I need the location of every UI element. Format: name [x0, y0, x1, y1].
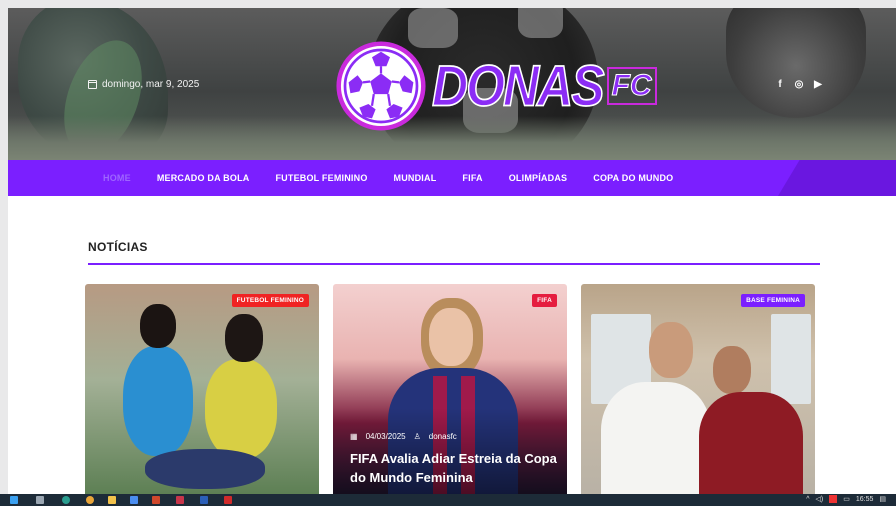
news-card-1[interactable]: FUTEBOL FEMININO	[85, 284, 319, 494]
woman-jersey	[699, 392, 803, 494]
volume-icon[interactable]: ◁)	[816, 495, 824, 503]
player-shorts	[145, 449, 265, 489]
card-category-badge[interactable]: BASE FEMININA	[741, 294, 805, 307]
nav-item-fifa[interactable]: FIFA	[462, 173, 482, 183]
clock-text[interactable]: 16:55	[856, 496, 874, 503]
nav-item-futebol-feminino[interactable]: FUTEBOL FEMININO	[275, 173, 367, 183]
calendar-icon	[88, 80, 97, 89]
chevron-up-icon[interactable]: ^	[806, 496, 809, 503]
drive-icon[interactable]	[130, 496, 138, 504]
header-date-text: domingo, mar 9, 2025	[102, 79, 200, 90]
section-divider	[88, 263, 820, 265]
calendar-icon: ▦	[350, 432, 358, 441]
news-card-2[interactable]: FIFA ▦ 04/03/2025 ♙ donasfc FIFA Avalia …	[333, 284, 567, 494]
logo-ball-icon	[336, 41, 426, 131]
tray-app-icon[interactable]	[829, 495, 838, 503]
windows-start-icon[interactable]	[10, 496, 18, 504]
web-page: domingo, mar 9, 2025 DONAS FC f ◎ ▶ HOME…	[8, 8, 896, 494]
facebook-icon[interactable]: f	[775, 79, 785, 90]
player-head-1	[140, 304, 176, 348]
nav-accent	[778, 160, 896, 196]
edge-icon[interactable]	[62, 496, 70, 504]
card-date: 04/03/2025	[365, 432, 406, 441]
youtube-icon[interactable]: ▶	[813, 79, 823, 90]
keyboard-icon[interactable]: ▭	[843, 495, 850, 503]
word-icon[interactable]	[200, 496, 208, 504]
header-banner: domingo, mar 9, 2025 DONAS FC f ◎ ▶	[8, 8, 896, 160]
powerpoint-icon[interactable]	[152, 496, 160, 504]
card-category-badge[interactable]: FUTEBOL FEMININO	[231, 294, 309, 307]
folder-icon[interactable]	[108, 496, 116, 504]
nav-item-mundial[interactable]: MUNDIAL	[394, 173, 437, 183]
card-category-badge[interactable]: FIFA	[532, 294, 557, 307]
section-title: NOTÍCIAS	[88, 240, 148, 254]
notifications-icon[interactable]: ▤	[879, 495, 886, 503]
card-headline[interactable]: FIFA Avalia Adiar Estreia da Copa do Mun…	[350, 449, 560, 487]
card-meta: ▦ 04/03/2025 ♙ donasfc	[350, 432, 457, 441]
social-links: f ◎ ▶	[775, 79, 823, 90]
news-card-3[interactable]: BASE FEMININA	[581, 284, 815, 494]
player-figure-1	[123, 346, 193, 456]
banner-boot-right	[726, 8, 866, 118]
window-panel-2	[771, 314, 811, 404]
site-logo[interactable]: DONAS FC	[336, 36, 657, 136]
header-date: domingo, mar 9, 2025	[88, 79, 199, 90]
main-nav: HOME MERCADO DA BOLA FUTEBOL FEMININO MU…	[8, 160, 896, 196]
nav-item-home[interactable]: HOME	[103, 173, 131, 183]
instagram-icon[interactable]: ◎	[794, 79, 804, 90]
nav-item-copa-do-mundo[interactable]: COPA DO MUNDO	[593, 173, 673, 183]
system-tray: ^ ◁) ▭ 16:55 ▤	[806, 495, 886, 503]
player-figure-2	[205, 359, 277, 459]
os-taskbar: ^ ◁) ▭ 16:55 ▤	[0, 494, 896, 506]
woman-head	[713, 346, 751, 394]
nav-item-olimpiadas[interactable]: OLIMPÍADAS	[509, 173, 568, 183]
player-head-2	[225, 314, 263, 362]
user-icon: ♙	[413, 432, 421, 441]
card-author[interactable]: donasfc	[429, 432, 457, 441]
player-face	[429, 308, 473, 366]
logo-wordmark: DONAS	[431, 53, 605, 119]
logo-badge: FC	[606, 67, 657, 105]
nav-item-mercado-da-bola[interactable]: MERCADO DA BOLA	[157, 173, 250, 183]
task-view-icon[interactable]	[36, 496, 44, 504]
pdf-icon[interactable]	[224, 496, 232, 504]
man-shirt	[601, 382, 711, 494]
app-icon[interactable]	[176, 496, 184, 504]
man-head	[649, 322, 693, 378]
chrome-icon[interactable]	[86, 496, 94, 504]
